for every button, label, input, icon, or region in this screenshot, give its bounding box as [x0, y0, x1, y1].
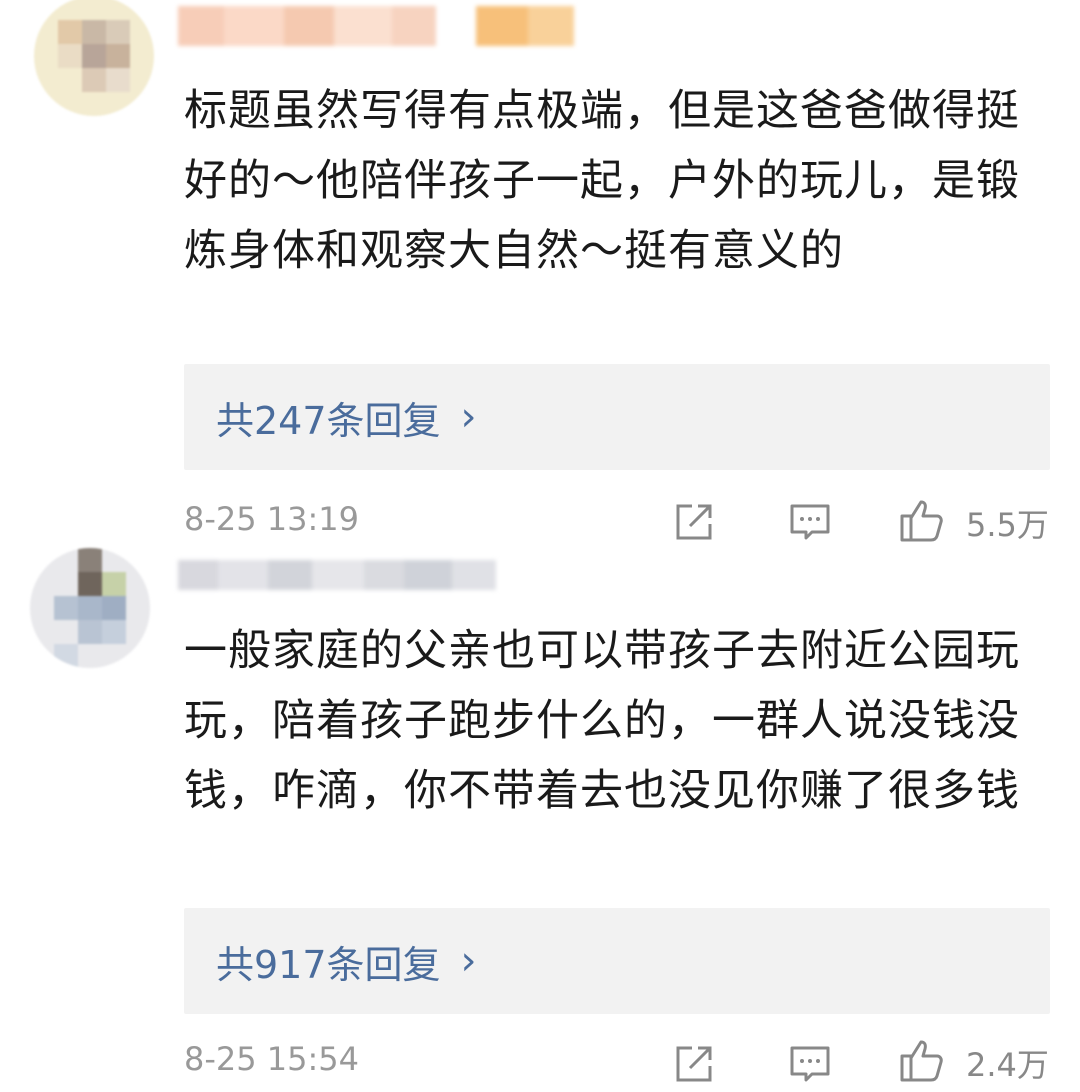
thumbs-up-icon[interactable] — [898, 496, 946, 544]
avatar[interactable] — [30, 548, 150, 668]
like-count: 5.5万 — [966, 506, 1049, 544]
comment-text: 一般家庭的父亲也可以带孩子去附近公园玩玩，陪着孩子跑步什么的，一群人说没钱没钱，… — [184, 626, 1020, 816]
chevron-right-icon: › — [460, 938, 477, 984]
like-count: 2.4万 — [966, 1046, 1049, 1084]
username-blurred[interactable] — [178, 6, 574, 46]
chevron-right-icon: › — [460, 394, 477, 440]
replies-label: 共917条回复 — [216, 942, 441, 987]
share-icon[interactable] — [670, 1040, 718, 1088]
username-blurred[interactable] — [178, 560, 496, 590]
replies-label: 共247条回复 — [216, 398, 441, 443]
view-replies-button[interactable]: 共917条回复 › — [184, 908, 1050, 1014]
comment-time: 8-25 13:19 — [184, 500, 360, 538]
comment-time: 8-25 15:54 — [184, 1040, 360, 1078]
comment-icon[interactable] — [786, 498, 834, 546]
share-icon[interactable] — [670, 498, 718, 546]
view-replies-button[interactable]: 共247条回复 › — [184, 364, 1050, 470]
comment-icon[interactable] — [786, 1040, 834, 1088]
avatar[interactable] — [34, 0, 154, 116]
comment-text: 标题虽然写得有点极端，但是这爸爸做得挺好的～他陪伴孩子一起，户外的玩儿，是锻炼身… — [184, 86, 1020, 276]
thumbs-up-icon[interactable] — [898, 1036, 946, 1084]
